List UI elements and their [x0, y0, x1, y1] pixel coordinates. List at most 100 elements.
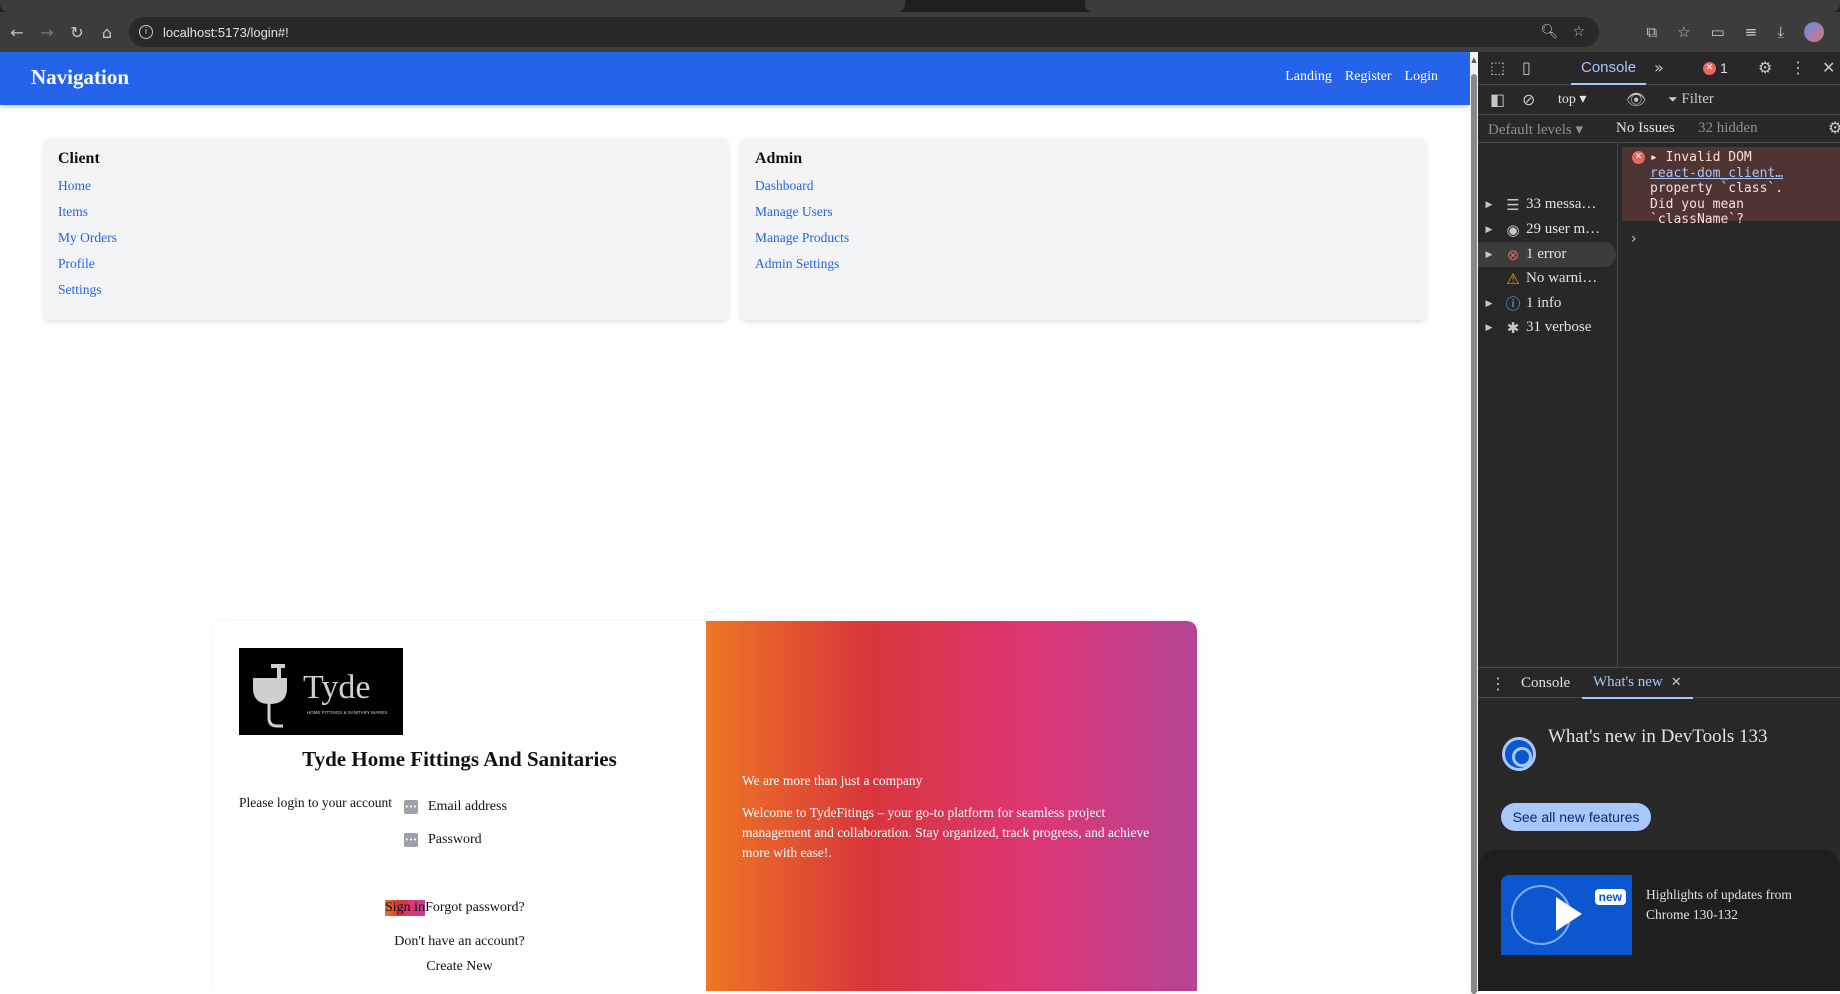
admin-link-dashboard[interactable]: Dashboard — [755, 178, 1412, 194]
page-scrollbar[interactable]: ▲ — [1470, 52, 1478, 994]
scrollbar-thumb[interactable] — [1471, 74, 1477, 994]
create-new-button[interactable]: Create New — [213, 959, 706, 975]
promo-welcome-text: Welcome to TydeFitings – your go-to plat… — [742, 805, 1150, 860]
profile-avatar[interactable] — [1804, 22, 1824, 42]
highlights-card[interactable]: new Highlights of updates from Chrome 13… — [1478, 849, 1840, 991]
error-text: Invalid DOM — [1665, 150, 1752, 165]
logo-subtext: HOME FITTINGS & SANITARY WARES — [307, 710, 387, 715]
live-expression-eye-icon[interactable]: 👁︎ — [1626, 90, 1646, 109]
hidden-count: 32 hidden — [1698, 120, 1758, 136]
bookmark-star-icon[interactable]: ☆ — [1572, 24, 1585, 40]
close-tab-icon[interactable]: ✕ — [1671, 675, 1682, 690]
sidebar-item-verbose[interactable]: ▶ ✱ 31 verbose — [1478, 315, 1616, 340]
site-info-icon[interactable]: i — [139, 25, 153, 39]
client-card-title: Client — [58, 150, 100, 167]
filter-placeholder: Filter — [1681, 91, 1714, 107]
back-icon[interactable]: ← — [2, 17, 32, 47]
forward-icon[interactable]: → — [32, 17, 62, 47]
expand-icon: ▶ — [1485, 199, 1493, 210]
sign-in-button[interactable]: Sign in — [385, 900, 426, 916]
scroll-up-icon[interactable]: ▲ — [1470, 56, 1478, 64]
sidebar-item-user-messages[interactable]: ▶ ◉ 29 user m… — [1478, 217, 1616, 242]
drawer-tab-whats-new[interactable]: What's new ✕ — [1582, 668, 1693, 699]
video-thumbnail[interactable]: new — [1501, 875, 1632, 955]
no-account-text: Don't have an account? — [394, 934, 525, 949]
expand-icon: ▶ — [1485, 224, 1493, 235]
email-field[interactable]: ••• Email address — [404, 799, 507, 815]
kebab-menu-icon[interactable]: ⋮ — [1790, 58, 1806, 77]
bookmarks-icon[interactable]: ☆ — [1677, 23, 1690, 41]
cast-icon[interactable]: ▭ — [1711, 23, 1725, 41]
logo-wordmark: Tyde — [303, 669, 371, 706]
broken-input-icon: ••• — [404, 833, 418, 847]
drawer-tab-console[interactable]: Console — [1521, 668, 1570, 699]
admin-link-manage-products[interactable]: Manage Products — [755, 230, 1412, 246]
clear-console-icon[interactable]: ⊘ — [1522, 90, 1535, 109]
issues-count[interactable]: No Issues — [1616, 120, 1675, 137]
tab-console[interactable]: Console — [1571, 52, 1647, 85]
sidebar-toggle-icon[interactable]: ◧ — [1490, 90, 1505, 109]
client-link-settings[interactable]: Settings — [58, 282, 714, 298]
filter-input[interactable]: ⏷ Filter — [1668, 91, 1714, 108]
forgot-password-link[interactable]: Forgot password? — [425, 900, 525, 916]
home-icon[interactable]: ⌂ — [92, 17, 122, 47]
console-sidebar: ▶ ☰ 33 messa… ▶ ◉ 29 user m… ▶ ⊗ 1 error… — [1478, 143, 1618, 667]
url-text: localhost:5173/login#! — [163, 24, 289, 40]
drawer-menu-icon[interactable]: ⋮ — [1490, 674, 1506, 693]
levels-dropdown[interactable]: Default levels ▾ — [1488, 120, 1583, 139]
admin-link-admin-settings[interactable]: Admin Settings — [755, 256, 1412, 272]
browser-tab[interactable] — [0, 0, 905, 12]
devtools-panel: ⬚ ▯ Console » ✕ 1 ⚙ ⋮ ✕ ◧ ⊘ top ▾ 👁︎ ⏷ F… — [1478, 52, 1840, 991]
sidebar-item-messages[interactable]: ▶ ☰ 33 messa… — [1478, 192, 1616, 217]
close-devtools-icon[interactable]: ✕ — [1822, 58, 1835, 77]
client-link-profile[interactable]: Profile — [58, 256, 714, 272]
console-toolbar: ◧ ⊘ top ▾ 👁︎ ⏷ Filter — [1478, 85, 1840, 115]
client-link-my-orders[interactable]: My Orders — [58, 230, 714, 246]
admin-link-manage-users[interactable]: Manage Users — [755, 204, 1412, 220]
bug-icon: ✱ — [1506, 318, 1520, 337]
client-link-home[interactable]: Home — [58, 178, 714, 194]
see-all-features-button[interactable]: See all new features — [1501, 803, 1651, 831]
client-card: Client Home Items My Orders Profile Sett… — [44, 138, 728, 320]
device-toggle-icon[interactable]: ▯ — [1522, 58, 1531, 77]
error-count-badge[interactable]: ✕ 1 — [1703, 60, 1728, 76]
whats-new-title: What's new in DevTools 133 — [1548, 726, 1768, 747]
inspect-element-icon[interactable]: ⬚ — [1490, 58, 1505, 77]
drawer-tab-label: What's new — [1593, 674, 1663, 690]
sidebar-item-errors[interactable]: ▶ ⊗ 1 error — [1478, 242, 1616, 267]
info-icon: ⓘ — [1505, 295, 1521, 313]
console-prompt-icon[interactable]: › — [1631, 231, 1637, 247]
sidebar-item-label: 1 info — [1526, 295, 1562, 311]
console-error-message[interactable]: ✕ ▸ Invalid DOM react-dom_client… proper… — [1622, 147, 1840, 227]
filter-funnel-icon: ⏷ — [1668, 92, 1678, 106]
client-link-items[interactable]: Items — [58, 204, 714, 220]
download-icon[interactable]: ⤓ — [1777, 23, 1784, 41]
drawer-tabs: ⋮ Console What's new ✕ — [1478, 667, 1840, 699]
zoom-icon[interactable]: 🔍︎ — [1541, 24, 1559, 40]
sidebar-item-info[interactable]: ▶ ⓘ 1 info — [1478, 291, 1616, 316]
media-icon[interactable]: ≡ — [1745, 23, 1758, 41]
login-panel: Tyde HOME FITTINGS & SANITARY WARES Tyde… — [213, 621, 1197, 991]
error-count: 1 — [1720, 60, 1728, 76]
context-selector[interactable]: top ▾ — [1558, 91, 1586, 108]
extensions-icon[interactable]: ⧉ — [1646, 23, 1657, 41]
console-settings-icon[interactable]: ⚙ — [1828, 118, 1840, 137]
login-prompt: Please login to your account — [239, 795, 392, 810]
nav-brand[interactable]: Navigation — [31, 65, 129, 90]
sidebar-item-label: 33 messa… — [1526, 196, 1597, 212]
chrome-logo-icon — [1502, 737, 1536, 771]
nav-link-landing[interactable]: Landing — [1285, 69, 1332, 85]
error-icon: ✕ — [1703, 61, 1716, 75]
more-tabs-icon[interactable]: » — [1654, 58, 1664, 77]
address-bar[interactable]: i localhost:5173/login#! 🔍︎ ☆ — [129, 17, 1599, 47]
nav-link-register[interactable]: Register — [1345, 69, 1392, 85]
browser-tab[interactable] — [1085, 0, 1840, 12]
error-source-link[interactable]: react-dom_client… — [1650, 166, 1840, 182]
password-field[interactable]: ••• Password — [404, 832, 482, 848]
nav-link-login[interactable]: Login — [1405, 69, 1438, 85]
sidebar-item-warnings[interactable]: ⚠ No warni… — [1478, 266, 1616, 291]
signin-row: Sign in Forgot password? — [385, 900, 525, 916]
reload-icon[interactable]: ↻ — [62, 17, 92, 47]
error-line-3: property `class`. — [1650, 181, 1784, 196]
settings-gear-icon[interactable]: ⚙ — [1758, 58, 1772, 77]
